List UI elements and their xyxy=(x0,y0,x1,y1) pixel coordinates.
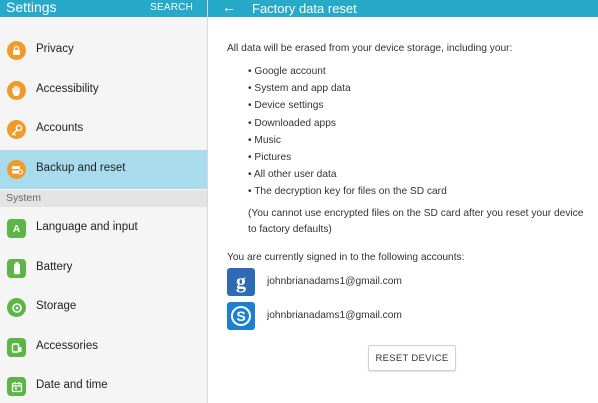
privacy-icon xyxy=(7,41,26,60)
backup-icon xyxy=(7,160,26,179)
erased-data-list: • Google account • System and app data •… xyxy=(248,65,447,203)
sidebar-item-language-and-input[interactable]: A Language and input xyxy=(0,209,207,248)
key-icon xyxy=(7,120,26,139)
sidebar-item-label: Privacy xyxy=(36,43,74,55)
google-icon: g xyxy=(227,268,255,296)
section-header-system: System xyxy=(0,190,207,207)
svg-text:g: g xyxy=(236,271,246,293)
sidebar-item-label: Accessories xyxy=(36,340,98,352)
sidebar-item-date-and-time[interactable]: Date and time xyxy=(0,367,207,403)
battery-icon xyxy=(7,259,26,278)
signed-in-accounts-text: You are currently signed in to the follo… xyxy=(227,252,465,263)
sd-card-note: (You cannot use encrypted files on the S… xyxy=(248,208,584,235)
hand-icon xyxy=(7,81,26,100)
search-button[interactable]: SEARCH xyxy=(150,1,193,14)
skype-icon: S xyxy=(227,302,255,330)
sidebar-item-accounts[interactable]: Accounts xyxy=(0,110,207,149)
sidebar-item-accessories[interactable]: Accessories xyxy=(0,328,207,367)
back-arrow-icon[interactable]: ← xyxy=(222,0,236,15)
storage-icon xyxy=(7,298,26,317)
section-header-label: System xyxy=(6,192,42,204)
svg-text:A: A xyxy=(13,224,20,234)
list-item: • Downloaded apps xyxy=(248,117,336,129)
list-item: • Device settings xyxy=(248,100,324,112)
list-item: • All other user data xyxy=(248,169,337,181)
accessories-icon xyxy=(7,338,26,357)
erase-intro-text: All data will be erased from your device… xyxy=(227,43,513,54)
sidebar-item-label: Accessibility xyxy=(36,83,99,95)
language-icon: A xyxy=(7,219,26,238)
list-item: • The decryption key for files on the SD… xyxy=(248,186,447,198)
sidebar-item-label: Accounts xyxy=(36,122,84,134)
account-row-skype: S johnbrianadams1@gmail.com xyxy=(227,302,567,332)
list-item: • Music xyxy=(248,134,281,146)
sidebar-item-storage[interactable]: Storage xyxy=(0,288,207,327)
reset-device-button[interactable]: RESET DEVICE xyxy=(368,345,456,371)
sidebar-item-label: Language and input xyxy=(36,221,138,233)
sidebar-item-battery[interactable]: Battery xyxy=(0,249,207,288)
sidebar-item-privacy[interactable]: Privacy xyxy=(0,31,207,70)
sidebar-item-label: Battery xyxy=(36,261,73,273)
detail-header: ← Factory data reset xyxy=(208,0,598,17)
list-item: • Pictures xyxy=(248,151,292,163)
account-email: johnbrianadams1@gmail.com xyxy=(267,276,402,287)
sidebar-item-label: Date and time xyxy=(36,379,108,391)
list-item: • Google account xyxy=(248,66,326,77)
svg-text:S: S xyxy=(236,308,245,324)
settings-sidebar: Settings SEARCH Privacy Accessibility Ac… xyxy=(0,0,207,403)
sidebar-title: Settings xyxy=(6,0,57,15)
sidebar-item-accessibility[interactable]: Accessibility xyxy=(0,71,207,110)
page-title: Factory data reset xyxy=(252,1,357,16)
calendar-icon xyxy=(7,377,26,396)
pane-divider xyxy=(207,0,208,403)
sidebar-item-label: Backup and reset xyxy=(36,162,126,174)
account-email: johnbrianadams1@gmail.com xyxy=(267,310,402,321)
sidebar-item-label: Storage xyxy=(36,300,77,312)
sidebar-item-backup-and-reset[interactable]: Backup and reset xyxy=(0,150,207,189)
list-item: • System and app data xyxy=(248,83,351,95)
sidebar-header: Settings SEARCH xyxy=(0,0,207,17)
account-row-google: g johnbrianadams1@gmail.com xyxy=(227,268,567,298)
